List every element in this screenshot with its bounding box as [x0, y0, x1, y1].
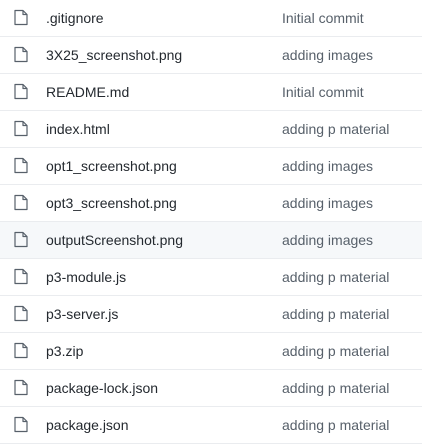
file-row[interactable]: README.md Initial commit — [0, 74, 422, 111]
commit-message-link[interactable]: adding images — [282, 185, 373, 221]
commit-message-link[interactable]: adding p material — [282, 407, 389, 443]
file-row[interactable]: package-lock.json adding p material — [0, 370, 422, 407]
file-name-link[interactable]: .gitignore — [46, 0, 104, 36]
file-name-link[interactable]: opt1_screenshot.png — [46, 148, 177, 184]
file-row[interactable]: p3-module.js adding p material — [0, 259, 422, 296]
file-row[interactable]: package.json adding p material — [0, 407, 422, 444]
file-name-link[interactable]: package-lock.json — [46, 370, 158, 406]
file-icon — [14, 231, 28, 248]
file-icon — [14, 194, 28, 211]
file-name-link[interactable]: p3.zip — [46, 333, 83, 369]
file-row[interactable]: p3-server.js adding p material — [0, 296, 422, 333]
file-name-link[interactable]: p3-module.js — [46, 259, 126, 295]
commit-message-link[interactable]: adding p material — [282, 111, 389, 147]
file-name-link[interactable]: p3-server.js — [46, 296, 118, 332]
file-name-link[interactable]: README.md — [46, 74, 129, 110]
file-name-link[interactable]: package.json — [46, 407, 129, 443]
file-icon — [14, 157, 28, 174]
file-name-link[interactable]: index.html — [46, 111, 110, 147]
file-name-link[interactable]: outputScreenshot.png — [46, 222, 183, 258]
commit-message-link[interactable]: adding p material — [282, 333, 389, 369]
file-row[interactable]: index.html adding p material — [0, 111, 422, 148]
file-row[interactable]: .gitignore Initial commit — [0, 0, 422, 37]
file-name-link[interactable]: 3X25_screenshot.png — [46, 37, 182, 73]
file-icon — [14, 120, 28, 137]
commit-message-link[interactable]: adding images — [282, 37, 373, 73]
commit-message-link[interactable]: adding p material — [282, 370, 389, 406]
file-icon — [14, 379, 28, 396]
file-icon — [14, 83, 28, 100]
commit-message-link[interactable]: Initial commit — [282, 0, 364, 36]
file-row[interactable]: opt3_screenshot.png adding images — [0, 185, 422, 222]
commit-message-link[interactable]: adding p material — [282, 259, 389, 295]
commit-message-link[interactable]: adding images — [282, 148, 373, 184]
file-list: .gitignore Initial commit 3X25_screensho… — [0, 0, 422, 444]
file-icon — [14, 305, 28, 322]
file-icon — [14, 46, 28, 63]
commit-message-link[interactable]: adding p material — [282, 296, 389, 332]
file-icon — [14, 9, 28, 26]
commit-message-link[interactable]: adding images — [282, 222, 373, 258]
file-row[interactable]: p3.zip adding p material — [0, 333, 422, 370]
commit-message-link[interactable]: Initial commit — [282, 74, 364, 110]
file-icon — [14, 416, 28, 433]
file-row[interactable]: outputScreenshot.png adding images — [0, 222, 422, 259]
file-row[interactable]: 3X25_screenshot.png adding images — [0, 37, 422, 74]
file-row[interactable]: opt1_screenshot.png adding images — [0, 148, 422, 185]
file-icon — [14, 342, 28, 359]
file-name-link[interactable]: opt3_screenshot.png — [46, 185, 177, 221]
file-icon — [14, 268, 28, 285]
